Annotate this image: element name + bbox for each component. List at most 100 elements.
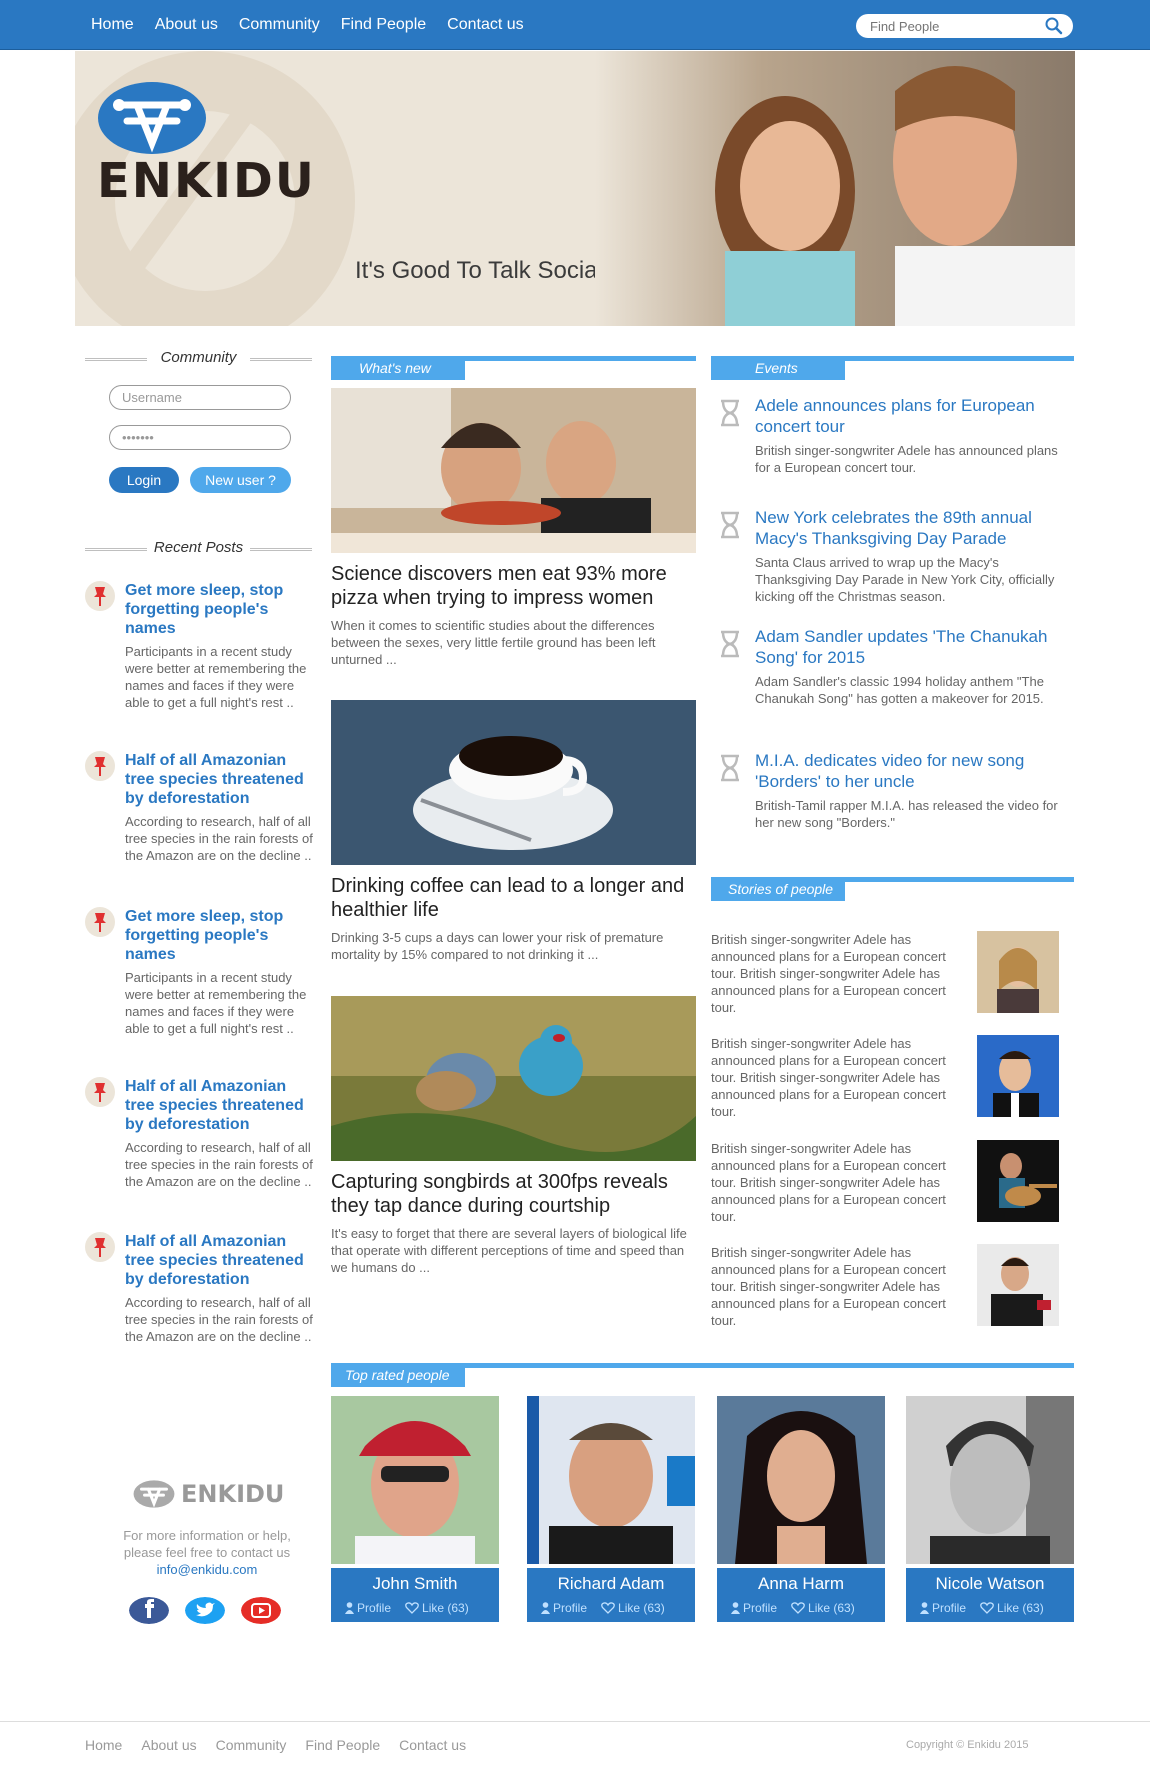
- event-summary: British singer-songwriter Adele has anno…: [755, 443, 1058, 475]
- pin-icon: [85, 581, 115, 611]
- nav-home[interactable]: Home: [91, 16, 134, 34]
- hero-couple-photo: [595, 51, 1075, 326]
- top-navigation-bar: Home About us Community Find People Cont…: [0, 0, 1150, 50]
- person-name[interactable]: Nicole Watson: [906, 1574, 1074, 1594]
- heart-icon: [980, 1602, 994, 1614]
- contact-text: For more information or help, please fee…: [123, 1528, 291, 1560]
- profile-link[interactable]: Profile: [920, 1601, 966, 1615]
- nav-contact-us[interactable]: Contact us: [447, 16, 523, 34]
- profile-link[interactable]: Profile: [731, 1601, 777, 1615]
- person-name[interactable]: Anna Harm: [717, 1574, 885, 1594]
- stories-ribbon: Stories of people: [711, 877, 1074, 901]
- recent-post-title[interactable]: Get more sleep, stop forgetting people's…: [125, 907, 315, 964]
- article-title[interactable]: Capturing songbirds at 300fps reveals th…: [331, 1170, 696, 1218]
- whats-new-heading: What's new: [331, 356, 465, 380]
- story-photo: [977, 1244, 1059, 1326]
- event-title[interactable]: New York celebrates the 89th annual Macy…: [755, 507, 1073, 549]
- nav-community[interactable]: Community: [239, 16, 320, 34]
- pin-icon: [85, 1077, 115, 1107]
- like-link[interactable]: Like (63): [791, 1601, 855, 1615]
- article-title[interactable]: Science discovers men eat 93% more pizza…: [331, 562, 696, 610]
- login-button[interactable]: Login: [109, 467, 179, 493]
- recent-post-title[interactable]: Get more sleep, stop forgetting people's…: [125, 581, 315, 638]
- event-title[interactable]: Adam Sandler updates 'The Chanukah Song'…: [755, 626, 1073, 668]
- hourglass-icon: [721, 630, 739, 658]
- recent-post-body: Participants in a recent study were bett…: [125, 644, 307, 710]
- user-icon: [731, 1602, 740, 1614]
- person-photo: [331, 1396, 499, 1564]
- copyright: Copyright © Enkidu 2015: [906, 1739, 1029, 1751]
- person-name[interactable]: Richard Adam: [527, 1574, 695, 1594]
- whats-new-ribbon: What's new: [331, 356, 696, 380]
- profile-link[interactable]: Profile: [541, 1601, 587, 1615]
- footer-nav-home[interactable]: Home: [85, 1737, 122, 1753]
- story-text: British singer-songwriter Adele has anno…: [711, 932, 946, 1015]
- contact-email[interactable]: info@enkidu.com: [107, 1561, 307, 1578]
- article-summary: It's easy to forget that there are sever…: [331, 1226, 687, 1275]
- username-field[interactable]: Username: [109, 385, 291, 410]
- person-info-bar: John Smith Profile Like (63): [331, 1568, 499, 1622]
- person-name[interactable]: John Smith: [331, 1574, 499, 1594]
- enkidu-logo-icon: [98, 82, 206, 154]
- recent-post-body: According to research, half of all tree …: [125, 814, 313, 863]
- contact-info: For more information or help, please fee…: [107, 1527, 307, 1578]
- person-info-bar: Richard Adam Profile Like (63): [527, 1568, 695, 1622]
- nav-about-us[interactable]: About us: [155, 16, 218, 34]
- twitter-icon[interactable]: [185, 1597, 225, 1624]
- enkidu-logo-icon: [133, 1480, 175, 1508]
- search-icon[interactable]: [1045, 17, 1063, 35]
- person-info-bar: Anna Harm Profile Like (63): [717, 1568, 885, 1622]
- article-summary: Drinking 3-5 cups a days can lower your …: [331, 930, 664, 962]
- community-heading: Community: [85, 349, 312, 366]
- hero-banner: ENKIDU It's Good To Talk Social: [75, 51, 1075, 326]
- like-link[interactable]: Like (63): [405, 1601, 469, 1615]
- profile-label: Profile: [357, 1601, 392, 1615]
- recent-post-title[interactable]: Half of all Amazonian tree species threa…: [125, 1232, 315, 1289]
- recent-posts-heading: Recent Posts: [85, 539, 312, 556]
- youtube-icon[interactable]: [241, 1597, 281, 1624]
- like-link[interactable]: Like (63): [980, 1601, 1044, 1615]
- recent-post-body: According to research, half of all tree …: [125, 1140, 313, 1189]
- like-link[interactable]: Like (63): [601, 1601, 665, 1615]
- recent-post-title[interactable]: Half of all Amazonian tree species threa…: [125, 1077, 315, 1134]
- events-ribbon: Events: [711, 356, 1074, 380]
- pin-icon: [85, 751, 115, 781]
- event-title[interactable]: M.I.A. dedicates video for new song 'Bor…: [755, 750, 1073, 792]
- article-title[interactable]: Drinking coffee can lead to a longer and…: [331, 874, 696, 922]
- stories-heading: Stories of people: [711, 877, 845, 901]
- heart-icon: [791, 1602, 805, 1614]
- profile-label: Profile: [553, 1601, 588, 1615]
- story-text: British singer-songwriter Adele has anno…: [711, 1245, 946, 1328]
- event-title[interactable]: Adele announces plans for European conce…: [755, 395, 1073, 437]
- profile-link[interactable]: Profile: [345, 1601, 391, 1615]
- footer-nav-contact-us[interactable]: Contact us: [399, 1737, 466, 1753]
- hourglass-icon: [721, 511, 739, 539]
- footer-nav-community[interactable]: Community: [216, 1737, 287, 1753]
- search-input[interactable]: [856, 14, 1026, 38]
- recent-post-body: Participants in a recent study were bett…: [125, 970, 307, 1036]
- person-photo: [906, 1396, 1074, 1564]
- story-photo: [977, 1035, 1059, 1117]
- hourglass-icon: [721, 754, 739, 782]
- password-field[interactable]: •••••••: [109, 425, 291, 450]
- nav-find-people[interactable]: Find People: [341, 16, 426, 34]
- search-box: [856, 14, 1073, 38]
- hero-tagline: It's Good To Talk Social: [355, 257, 603, 284]
- top-rated-heading: Top rated people: [331, 1363, 465, 1387]
- recent-post-title[interactable]: Half of all Amazonian tree species threa…: [125, 751, 315, 808]
- heart-icon: [601, 1602, 615, 1614]
- footer-nav-about-us[interactable]: About us: [141, 1737, 196, 1753]
- facebook-icon[interactable]: [129, 1597, 169, 1624]
- like-count: Like (63): [808, 1601, 855, 1615]
- pin-icon: [85, 1232, 115, 1262]
- new-user-button[interactable]: New user ?: [190, 467, 291, 493]
- coffee-photo: [331, 700, 696, 865]
- footer-nav-find-people[interactable]: Find People: [305, 1737, 380, 1753]
- heart-icon: [405, 1602, 419, 1614]
- footer-nav: Home About us Community Find People Cont…: [85, 1737, 466, 1753]
- profile-label: Profile: [743, 1601, 778, 1615]
- footer-logo: ENKIDU: [133, 1480, 284, 1508]
- like-count: Like (63): [997, 1601, 1044, 1615]
- person-photo: [717, 1396, 885, 1564]
- event-summary: Adam Sandler's classic 1994 holiday anth…: [755, 674, 1044, 706]
